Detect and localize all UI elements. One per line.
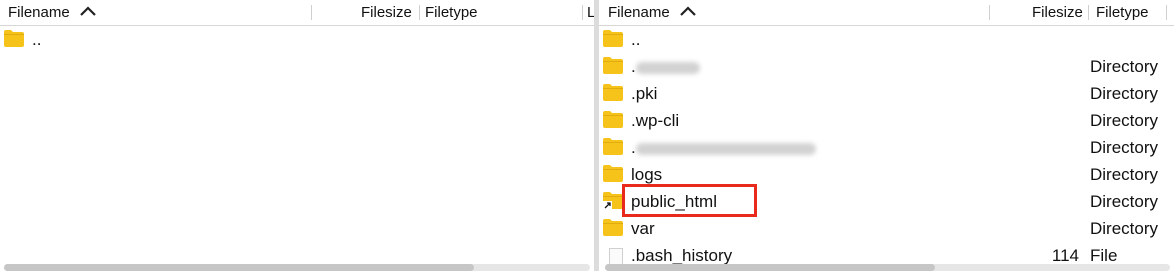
column-header-bar: Filename Filesize Filetype: [599, 0, 1174, 26]
list-item[interactable]: ..: [0, 26, 594, 53]
file-name: ..: [631, 30, 641, 49]
file-name: ..: [32, 30, 42, 49]
scrollbar-thumb[interactable]: [605, 264, 935, 271]
column-header-label: Filesize: [1032, 4, 1083, 21]
list-item[interactable]: var Directory: [599, 215, 1174, 242]
column-header-label: Filesize: [361, 4, 412, 21]
column-header-label: Filename: [608, 4, 670, 21]
column-divider[interactable]: [1088, 5, 1089, 20]
redacted-text: [635, 142, 816, 155]
column-divider[interactable]: [311, 5, 312, 20]
column-header-bar: Filename Filesize Filetype L: [0, 0, 594, 26]
column-header-label: Filename: [8, 4, 70, 21]
highlight-box: [622, 184, 757, 217]
file-name-visible: .: [631, 57, 636, 76]
folder-icon: [603, 165, 623, 182]
file-type: Directory: [1090, 57, 1159, 76]
column-header-filename[interactable]: Filename: [8, 0, 96, 25]
file-type: Directory: [1090, 138, 1159, 157]
local-file-list: Filename Filesize Filetype L ..: [0, 0, 594, 271]
list-item[interactable]: .wp-cli Directory: [599, 107, 1174, 134]
folder-icon: [603, 30, 623, 47]
list-item[interactable]: . Directory: [599, 134, 1174, 161]
folder-icon: [603, 111, 623, 128]
column-divider[interactable]: [582, 5, 583, 20]
file-type: Directory: [1090, 111, 1159, 130]
list-item[interactable]: . Directory: [599, 53, 1174, 80]
list-item[interactable]: .pki Directory: [599, 80, 1174, 107]
file-name: var: [631, 219, 655, 238]
column-divider[interactable]: [989, 5, 990, 20]
file-type: Directory: [1090, 192, 1159, 211]
column-header-label: L: [587, 4, 594, 21]
column-divider[interactable]: [419, 5, 420, 20]
file-icon: [603, 246, 623, 267]
file-type: Directory: [1090, 219, 1159, 238]
folder-icon: [4, 30, 24, 47]
list-item[interactable]: ..: [599, 26, 1174, 53]
column-header-lastmodified[interactable]: L: [587, 0, 594, 25]
file-name: .wp-cli: [631, 111, 680, 130]
column-header-label: Filetype: [425, 4, 478, 21]
sort-ascending-icon: [680, 6, 696, 16]
folder-icon: [603, 219, 623, 236]
folder-icon: [603, 57, 623, 74]
column-divider[interactable]: [1166, 5, 1167, 20]
file-type: Directory: [1090, 165, 1159, 184]
folder-alias-icon: [603, 192, 623, 209]
file-name: .: [631, 53, 700, 80]
folder-icon: [603, 138, 623, 155]
column-header-filetype[interactable]: Filetype: [1096, 0, 1149, 25]
file-name: .: [631, 134, 816, 161]
file-name: .pki: [631, 84, 658, 103]
column-header-label: Filetype: [1096, 4, 1149, 21]
column-header-filesize[interactable]: Filesize: [1032, 0, 1083, 25]
file-list: .. . Directory .pki Directory .wp-cli Di…: [599, 26, 1174, 269]
file-list: ..: [0, 26, 594, 53]
column-header-filename[interactable]: Filename: [608, 0, 696, 25]
column-header-filesize[interactable]: Filesize: [361, 0, 412, 25]
redacted-text: [635, 61, 700, 74]
horizontal-scrollbar[interactable]: [4, 264, 590, 271]
remote-file-list: Filename Filesize Filetype .. . Director…: [599, 0, 1174, 271]
file-name-visible: .: [631, 138, 636, 157]
folder-icon: [603, 84, 623, 101]
column-header-filetype[interactable]: Filetype: [425, 0, 478, 25]
file-type: Directory: [1090, 84, 1159, 103]
scrollbar-thumb[interactable]: [4, 264, 474, 271]
horizontal-scrollbar[interactable]: [605, 264, 1170, 271]
sort-ascending-icon: [80, 6, 96, 16]
